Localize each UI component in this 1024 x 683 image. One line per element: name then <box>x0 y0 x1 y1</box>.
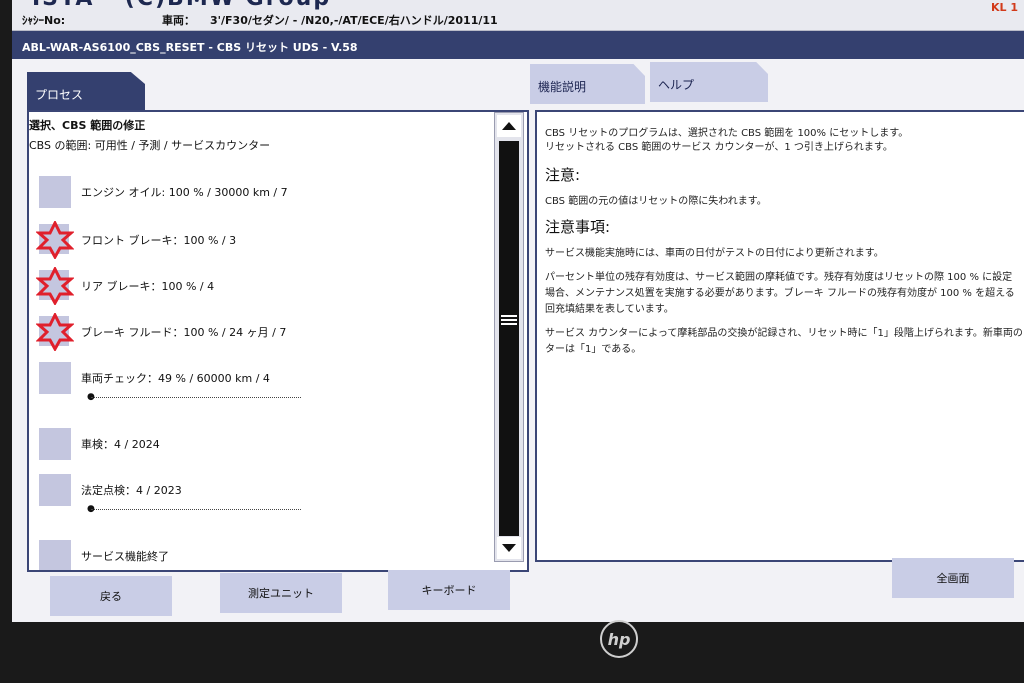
process-title: ABL-WAR-AS6100_CBS_RESET - CBS リセット UDS … <box>22 41 358 54</box>
scroll-thumb[interactable] <box>499 141 519 536</box>
list-item-label: サービス機能終了 <box>81 550 169 563</box>
list-item-engine-oil[interactable]: エンジン オイル: 100 % / 30000 km / 7 <box>39 176 479 208</box>
tab-process-label: プロセス <box>35 88 84 102</box>
note-line: ターは「1」である。 <box>545 344 642 355</box>
scroll-up-button[interactable] <box>497 115 521 137</box>
list-item-rear-brake[interactable]: リア ブレーキ：100 % / 4 <box>36 267 479 305</box>
scrollbar[interactable] <box>494 112 524 562</box>
tab-function-description[interactable]: 機能説明 <box>530 64 645 104</box>
list-item-service-end[interactable]: サービス機能終了 <box>39 540 479 570</box>
list-item-label: 車両チェック：49 % / 60000 km / 4 <box>81 372 270 385</box>
note-line: パーセント単位の残存有効度は、サービス範囲の摩耗値です。残存有効度はリセットの際… <box>545 272 1013 283</box>
list-item-vehicle-check[interactable]: 車両チェック：49 % / 60000 km / 4 ● <box>39 362 479 402</box>
dotted-line <box>91 397 301 398</box>
measure-unit-button[interactable]: 測定ユニット <box>220 573 342 613</box>
list-item-front-brake[interactable]: フロント ブレーキ：100 % / 3 <box>36 221 479 259</box>
scroll-down-button[interactable] <box>497 537 521 559</box>
note-line: 場合、メンテナンス処置を実施する必要があります。ブレーキ フルードの残存有効度が… <box>545 288 1015 299</box>
hp-logo: hp <box>600 620 638 658</box>
dotted-line <box>91 509 301 510</box>
list-item-label: 車検：4 / 2024 <box>81 438 160 451</box>
list-item-brake-fluid[interactable]: ブレーキ フルード：100 % / 24 ヶ月 / 7 <box>36 313 479 351</box>
arrow-down-icon <box>502 544 516 552</box>
corner-label: KL 1 <box>990 1 1018 14</box>
chassis-label: ｼｬｼｰNo: <box>22 14 66 27</box>
ista-screen: ISTA - (C)BMW Group ｼｬｼｰNo: 車両： 3'/F30/セ… <box>12 0 1024 622</box>
help-line: リセットされる CBS 範囲のサービス カウンターが、1 つ引き上げられます。 <box>545 142 893 153</box>
checkbox[interactable] <box>39 428 71 460</box>
list-item-label: エンジン オイル: 100 % / 30000 km / 7 <box>81 186 288 199</box>
arrow-up-icon <box>502 122 516 130</box>
checkbox[interactable] <box>39 362 71 394</box>
vehicle-label: 車両： <box>162 14 195 27</box>
fullscreen-button[interactable]: 全画面 <box>892 558 1014 598</box>
grip-icon <box>501 313 517 325</box>
list-item-label: リア ブレーキ：100 % / 4 <box>81 280 215 293</box>
notes-heading: 注意事項: <box>545 218 611 236</box>
checkbox[interactable] <box>39 176 71 208</box>
list-item-inspection[interactable]: 車検：4 / 2024 <box>39 428 479 460</box>
app-title: ISTA - (C)BMW Group <box>32 0 331 11</box>
back-button[interactable]: 戻る <box>50 576 172 616</box>
vehicle-value: 3'/F30/セダン/ - /N20,-/AT/ECE/右ハンドル/2011/1… <box>210 14 498 27</box>
keyboard-button[interactable]: キーボード <box>388 570 510 610</box>
checkbox[interactable] <box>39 540 71 570</box>
panel-subheading: CBS の範囲: 可用性 / 予測 / サービスカウンター <box>29 139 271 152</box>
header-bar: ISTA - (C)BMW Group ｼｬｼｰNo: 車両： 3'/F30/セ… <box>12 0 1024 31</box>
help-panel: CBS リセットのプログラムは、選択された CBS 範囲を 100% にセットし… <box>535 110 1024 562</box>
help-line: CBS リセットのプログラムは、選択された CBS 範囲を 100% にセットし… <box>545 128 909 139</box>
tab-process[interactable]: プロセス <box>27 72 145 112</box>
star-selected-icon <box>36 313 74 351</box>
process-title-bar: ABL-WAR-AS6100_CBS_RESET - CBS リセット UDS … <box>12 31 1024 59</box>
cbs-selection-panel: 選択、CBS 範囲の修正 CBS の範囲: 可用性 / 予測 / サービスカウン… <box>27 110 529 572</box>
list-item-label: フロント ブレーキ：100 % / 3 <box>81 234 237 247</box>
star-selected-icon <box>36 221 74 259</box>
note-line: サービス カウンターによって摩耗部品の交換が記録され、リセット時に「1」段階上げ… <box>545 328 1023 339</box>
list-item-label: 法定点検：4 / 2023 <box>81 484 182 497</box>
caution-text: CBS 範囲の元の値はリセットの際に失われます。 <box>545 196 767 207</box>
tab-help[interactable]: ヘルプ <box>650 62 768 102</box>
panel-heading: 選択、CBS 範囲の修正 <box>29 119 146 132</box>
checkbox[interactable] <box>39 474 71 506</box>
tab-help-label: ヘルプ <box>658 78 695 92</box>
note-line: サービス機能実施時には、車両の日付がテストの日付により更新されます。 <box>545 248 884 259</box>
list-item-legal-inspection[interactable]: 法定点検：4 / 2023 ● <box>39 474 479 514</box>
caution-heading: 注意: <box>545 166 581 184</box>
note-line: 回充填結果を表しています。 <box>545 304 674 315</box>
tab-function-description-label: 機能説明 <box>538 80 587 94</box>
list-item-label: ブレーキ フルード：100 % / 24 ヶ月 / 7 <box>81 326 287 339</box>
star-selected-icon <box>36 267 74 305</box>
